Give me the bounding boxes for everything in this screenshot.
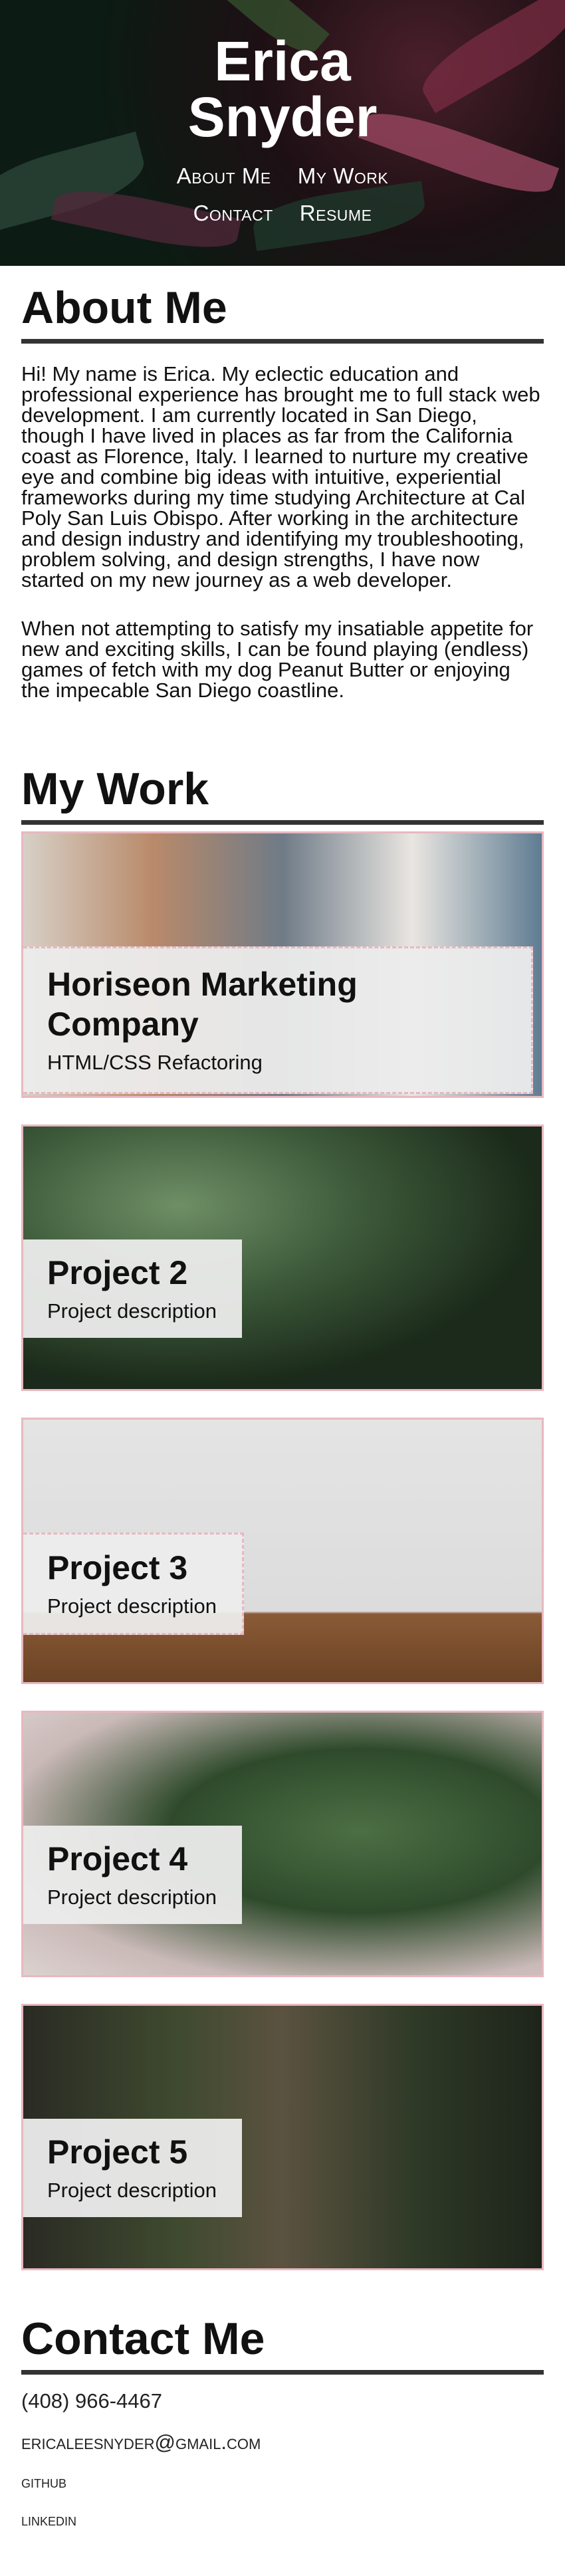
- nav-link-work[interactable]: My Work: [298, 163, 389, 189]
- project-card-5[interactable]: Project 5 Project description: [21, 2004, 544, 2270]
- linkedin-link[interactable]: linkedin: [21, 2510, 76, 2529]
- nav-link-contact[interactable]: Contact: [193, 201, 273, 226]
- project-list: Horiseon Marketing Company HTML/CSS Refa…: [21, 831, 544, 2270]
- nav-link-about[interactable]: About Me: [177, 163, 271, 189]
- hero-content: Erica Snyder About Me My Work Contact Re…: [0, 0, 565, 226]
- project-name: Project 5: [47, 2133, 188, 2171]
- work-section: My Work Horiseon Marketing Company HTML/…: [21, 747, 544, 2270]
- site-title-last: Snyder: [187, 86, 378, 148]
- project-card-3[interactable]: Project 3 Project description: [21, 1418, 544, 1684]
- about-paragraph: When not attempting to satisfy my insati…: [21, 617, 534, 702]
- nav-row: About Me My Work: [177, 163, 388, 189]
- contact-item: ericaleesnyder@gmail.com: [21, 2430, 544, 2454]
- contact-heading: Contact Me: [21, 2297, 544, 2375]
- contact-item: github: [21, 2472, 544, 2492]
- work-heading: My Work: [21, 747, 544, 825]
- project-caption: Project 3 Project description: [23, 1533, 244, 1635]
- project-name: Horiseon Marketing Company: [47, 966, 358, 1043]
- project-description: Project description: [47, 2179, 217, 2202]
- main-nav: About Me My Work Contact Resume: [0, 163, 565, 226]
- project-name: Project 4: [47, 1840, 188, 1878]
- project-caption: Project 2 Project description: [23, 1239, 242, 1338]
- nav-row: Contact Resume: [193, 201, 372, 226]
- site-title-first: Erica: [214, 30, 351, 92]
- contact-list: (408) 966-4467 ericaleesnyder@gmail.com …: [21, 2389, 544, 2530]
- nav-link-resume[interactable]: Resume: [300, 201, 372, 226]
- main-content: About Me Hi! My name is Erica. My eclect…: [0, 266, 565, 2530]
- project-caption: Project 5 Project description: [23, 2119, 242, 2217]
- contact-item: (408) 966-4467: [21, 2389, 544, 2413]
- project-caption: Horiseon Marketing Company HTML/CSS Refa…: [23, 946, 533, 1094]
- contact-item: linkedin: [21, 2510, 544, 2530]
- project-description: Project description: [47, 1594, 217, 1618]
- about-paragraph: Hi! My name is Erica. My eclectic educat…: [21, 362, 540, 591]
- project-caption: Project 4 Project description: [23, 1826, 242, 1924]
- contact-section: Contact Me (408) 966-4467 ericaleesnyder…: [21, 2297, 544, 2530]
- github-link[interactable]: github: [21, 2472, 66, 2492]
- about-heading: About Me: [21, 266, 544, 344]
- hero-header: Erica Snyder About Me My Work Contact Re…: [0, 0, 565, 266]
- project-description: Project description: [47, 1299, 217, 1323]
- project-name: Project 2: [47, 1254, 188, 1291]
- about-section: About Me Hi! My name is Erica. My eclect…: [21, 266, 544, 700]
- phone-link[interactable]: (408) 966-4467: [21, 2389, 162, 2413]
- email-link[interactable]: ericaleesnyder@gmail.com: [21, 2430, 261, 2454]
- project-description: HTML/CSS Refactoring: [47, 1051, 263, 1074]
- site-title: Erica Snyder: [0, 33, 565, 145]
- project-card-horiseon[interactable]: Horiseon Marketing Company HTML/CSS Refa…: [21, 831, 544, 1098]
- project-card-4[interactable]: Project 4 Project description: [21, 1711, 544, 1977]
- project-name: Project 3: [47, 1549, 188, 1586]
- project-card-2[interactable]: Project 2 Project description: [21, 1125, 544, 1391]
- project-description: Project description: [47, 1885, 217, 1909]
